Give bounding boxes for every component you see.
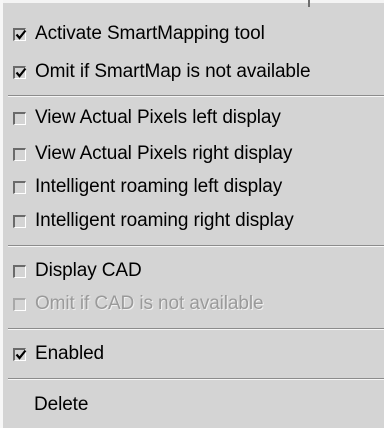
menu-item-view-actual-pixels-right[interactable]: View Actual Pixels right display — [13, 138, 383, 170]
menu-separator — [8, 245, 384, 247]
checkbox-checked-icon — [13, 347, 27, 361]
menu-item-label: View Actual Pixels right display — [35, 143, 293, 164]
menu-item-view-actual-pixels-left[interactable]: View Actual Pixels left display — [13, 102, 383, 134]
menu-top-edge — [3, 0, 384, 8]
menu-separator — [8, 378, 384, 380]
checkbox-checked-icon — [13, 27, 27, 41]
menu-item-delete[interactable]: Delete — [34, 389, 374, 421]
menu-item-label: Delete — [34, 394, 89, 415]
menu-item-label: Omit if CAD is not available — [35, 293, 264, 314]
menu-item-label: Intelligent roaming right display — [35, 210, 294, 231]
menu-item-label: Omit if SmartMap is not available — [35, 61, 311, 82]
checkbox-unchecked-icon — [13, 214, 26, 228]
menu-item-enabled[interactable]: Enabled — [13, 338, 383, 370]
checkbox-unchecked-icon — [13, 297, 26, 311]
checkbox-unchecked-icon — [13, 180, 26, 194]
menu-frame-highlight — [3, 0, 384, 3]
menu-item-label: Activate SmartMapping tool — [35, 23, 265, 44]
menu-item-display-cad[interactable]: Display CAD — [13, 255, 383, 287]
menu-frame-notch — [308, 0, 310, 7]
menu-item-label: View Actual Pixels left display — [35, 107, 281, 128]
checkbox-unchecked-icon — [13, 111, 26, 125]
context-menu: Activate SmartMapping tool Omit if Smart… — [0, 0, 384, 428]
checkbox-unchecked-icon — [13, 264, 26, 278]
menu-item-omit-if-smartmap-unavailable[interactable]: Omit if SmartMap is not available — [13, 56, 383, 88]
checkbox-checked-icon — [13, 65, 27, 79]
checkbox-unchecked-icon — [13, 147, 26, 161]
menu-item-intelligent-roaming-left[interactable]: Intelligent roaming left display — [13, 171, 383, 203]
menu-item-label: Enabled — [35, 343, 105, 364]
menu-item-label: Display CAD — [35, 260, 142, 281]
menu-separator — [8, 328, 384, 330]
menu-item-activate-smartmapping[interactable]: Activate SmartMapping tool — [13, 18, 383, 50]
menu-item-label: Intelligent roaming left display — [35, 176, 283, 197]
menu-item-omit-if-cad-unavailable: Omit if CAD is not available — [13, 288, 383, 320]
menu-separator — [8, 95, 384, 97]
menu-item-intelligent-roaming-right[interactable]: Intelligent roaming right display — [13, 205, 383, 237]
